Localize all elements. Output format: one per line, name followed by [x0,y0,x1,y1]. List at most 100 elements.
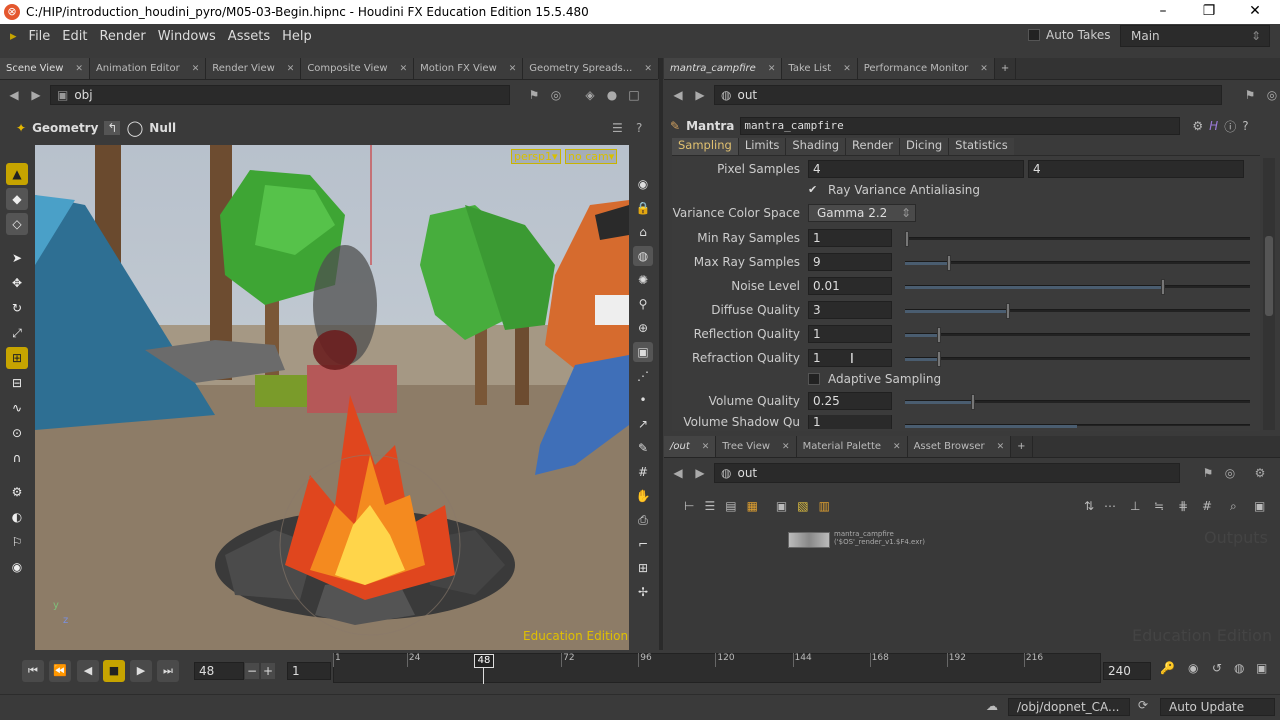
box-icon[interactable]: ▥ [819,499,830,513]
minimize-button[interactable]: – [1140,0,1186,24]
geo-cube-icon[interactable]: ◈ [582,87,598,103]
node-gear-icon[interactable]: ⚙ [1192,119,1203,133]
view-box-icon[interactable]: □ [626,87,642,103]
mantra-node[interactable] [788,532,830,548]
min-ray-field[interactable]: 1 [808,229,892,247]
zoom-icon[interactable]: ⌕ [1230,499,1237,514]
menu-help[interactable]: Help [276,29,318,44]
normal-icon[interactable]: ↗ [633,414,653,434]
lookat-icon[interactable]: ⊕ [633,318,653,338]
close-button[interactable]: ✕ [1232,0,1278,24]
min-ray-slider[interactable] [905,231,1250,247]
jump-end-button[interactable]: ⏭ [157,660,179,682]
dots-icon[interactable]: ⋯ [1104,499,1116,513]
node-name-field[interactable]: mantra_campfire [740,117,1181,135]
volume-shadow-field[interactable]: 1 [808,415,892,429]
view-sphere-icon[interactable]: ◉ [6,556,28,578]
param-scrollbar[interactable] [1263,158,1275,430]
param-link-icon[interactable]: ◎ [1264,87,1280,103]
desktop-select[interactable]: Main ⇕ [1120,25,1270,47]
tab-material-palette[interactable]: Material Palette ✕ [796,436,908,457]
end-frame-field[interactable]: 240 [1103,662,1151,680]
refraction-quality-slider[interactable] [905,351,1250,367]
number-icon[interactable]: # [633,462,653,482]
camera-menu[interactable]: persp1▾ [511,149,561,164]
shading-icon[interactable]: ◍ [633,246,653,266]
node-hscript-icon[interactable]: H [1209,119,1218,133]
snap-icon[interactable]: ⊥ [1130,499,1140,513]
corner-icon[interactable]: ⌐ [633,534,653,554]
volume-quality-slider[interactable] [905,394,1250,410]
magnet-tool-icon[interactable]: ∩ [6,447,28,469]
play-button[interactable]: ▶ [130,660,152,682]
scene-viewport[interactable]: persp1▾ no cam▾ Education Edition y z [35,145,629,650]
node-info-icon[interactable]: ⓘ [1224,118,1236,135]
prev-key-button[interactable]: ⏪ [49,660,71,682]
current-frame-field[interactable]: 48 [194,662,244,680]
tab-take-list[interactable]: Take List ✕ [782,58,858,79]
volume-shadow-slider[interactable] [905,424,1250,428]
move-tool-icon[interactable]: ✥ [6,272,28,294]
jump-start-button[interactable]: ⏮ [22,660,44,682]
image-icon[interactable]: ▣ [776,499,787,513]
refresh-icon[interactable]: ⟳ [1138,698,1148,712]
handle-tool-icon[interactable]: ⊞ [6,347,28,369]
reflection-quality-slider[interactable] [905,327,1250,343]
tab-render[interactable]: Render [846,138,900,155]
flag-tool-icon[interactable]: ⚐ [6,531,28,553]
tab-performance-monitor[interactable]: Performance Monitor ✕ [857,58,995,79]
network-gear-icon[interactable]: ⚙ [1252,465,1268,481]
color-space-select[interactable]: Gamma 2.2 ⇕ [808,204,916,222]
tab-motion-fx-view[interactable]: Motion FX View ✕ [414,58,524,79]
start-frame-field[interactable]: 1 [287,662,331,680]
network-link-icon[interactable]: ◎ [1222,465,1238,481]
selection-label[interactable]: Null [149,121,176,135]
points-icon[interactable]: ⋰ [633,366,653,386]
scale-tool-icon[interactable]: ⤢ [6,322,28,344]
add-right-tab-button[interactable]: + [994,58,1017,79]
tab-composite-view[interactable]: Composite View ✕ [301,58,415,79]
node-help-icon[interactable]: ? [1242,119,1248,133]
save-icon[interactable]: ▤ [725,499,736,513]
auto-takes-toggle[interactable]: Auto Takes [1028,28,1111,42]
tab-render-view[interactable]: Render View ✕ [206,58,302,79]
tab-sampling[interactable]: Sampling [672,138,739,155]
tab-geometry-spreadsheet[interactable]: Geometry Spreads... ✕ [523,58,659,79]
menu-render[interactable]: Render [93,29,151,44]
home-icon[interactable]: ⌂ [633,222,653,242]
hand-icon[interactable]: ✋ [633,486,653,506]
align-icon[interactable]: ⇅ [1084,499,1094,513]
tab-shading[interactable]: Shading [786,138,847,155]
grid-tool-icon[interactable]: ⊟ [6,372,28,394]
pin-icon[interactable]: ⚑ [526,87,542,103]
max-ray-field[interactable]: 9 [808,253,892,271]
network-pin-icon[interactable]: ⚑ [1200,465,1216,481]
forward-arrow-icon[interactable]: ▶ [28,87,44,103]
arrow-tool-icon[interactable]: ➤ [6,247,28,269]
param-path-field[interactable]: ◍ out [714,85,1222,105]
tab-out-network[interactable]: /out ✕ [664,436,717,457]
tab-scene-view[interactable]: Scene View ✕ [0,58,90,79]
noise-level-field[interactable]: 0.01 [808,277,892,295]
auto-takes-checkbox[interactable] [1028,29,1040,41]
network-editor[interactable]: mantra_campfire ('$OS'_render_v1.$F4.exr… [664,520,1280,650]
frame-decrement-button[interactable]: − [245,663,259,679]
loop-icon[interactable]: ↺ [1212,661,1222,675]
realtime-icon[interactable]: ◉ [1188,661,1198,675]
menu-windows[interactable]: Windows [152,29,222,44]
add-network-tab-button[interactable]: + [1011,436,1033,457]
list-icon[interactable]: ☰ [704,499,715,513]
snap-tool-icon[interactable]: ⊙ [6,422,28,444]
dot-icon[interactable]: • [633,390,653,410]
lasso-tool-icon[interactable]: ∿ [6,397,28,419]
param-pin-icon[interactable]: ⚑ [1242,87,1258,103]
adaptive-sampling-checkbox[interactable] [808,373,820,385]
key-icon[interactable]: 🔑 [1160,661,1175,675]
camera-orbit-icon[interactable]: ◐ [6,506,28,528]
auto-update-select[interactable]: Auto Update [1160,698,1275,716]
wire-icon[interactable]: ≒ [1154,499,1164,513]
cloud-icon[interactable]: ☁ [986,699,998,713]
wrench-tool-icon[interactable]: ⚙ [6,481,28,503]
transform-tool-icon[interactable]: ◆ [6,188,28,210]
pin-display-icon[interactable]: ⚲ [633,294,653,314]
